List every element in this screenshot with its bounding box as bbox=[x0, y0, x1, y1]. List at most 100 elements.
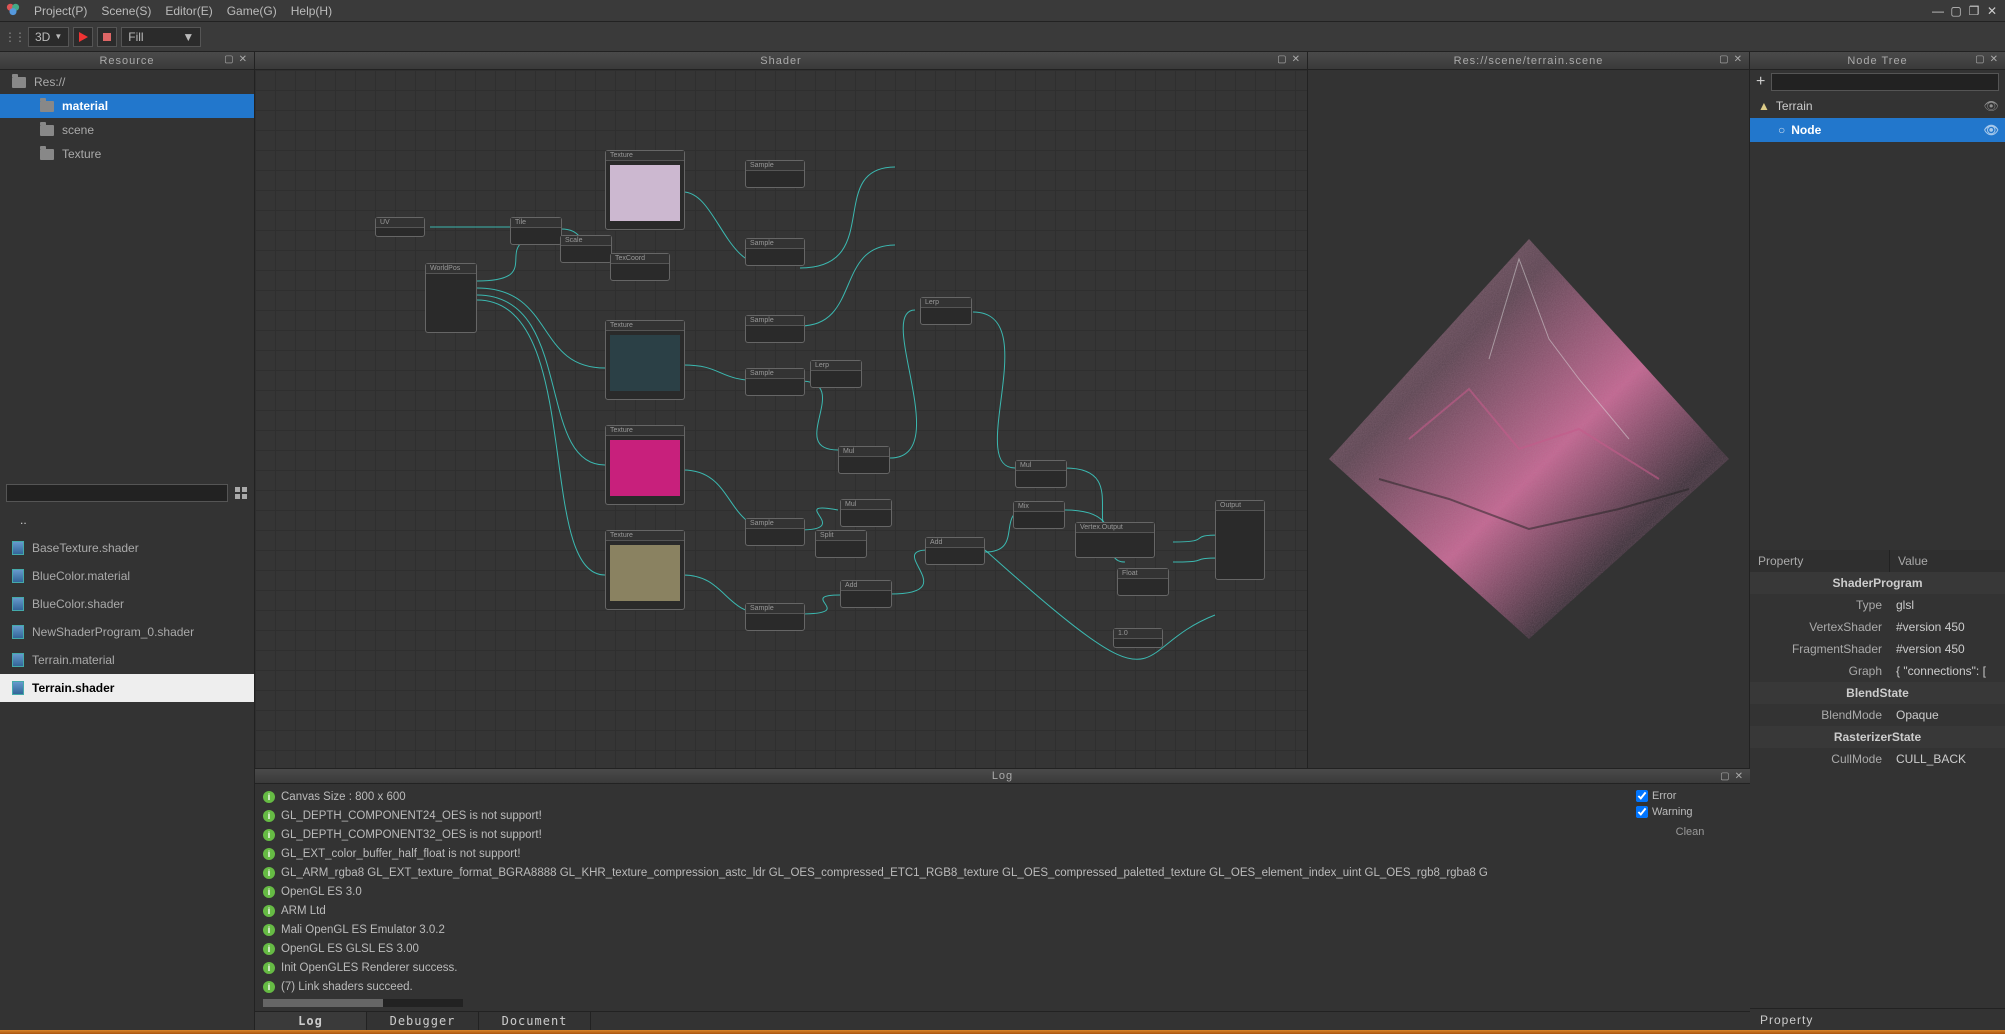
graph-node[interactable]: 1.0 bbox=[1113, 628, 1163, 648]
shader-graph-canvas[interactable]: UV WorldPos Tile Scale TexCoord Texture … bbox=[255, 70, 1307, 768]
grid-view-icon[interactable] bbox=[234, 486, 248, 500]
property-list[interactable]: ShaderProgram Typeglsl VertexShader#vers… bbox=[1750, 572, 2005, 1008]
prop-group[interactable]: ShaderProgram bbox=[1750, 572, 2005, 594]
material-file-icon bbox=[12, 653, 24, 667]
tree-node-node[interactable]: ○ Node 👁 bbox=[1750, 118, 2005, 142]
maximize-icon[interactable]: ▢ bbox=[1949, 4, 1963, 18]
prop-row[interactable]: VertexShader#version 450 bbox=[1750, 616, 2005, 638]
menu-scene[interactable]: Scene(S) bbox=[101, 4, 151, 18]
menu-help[interactable]: Help(H) bbox=[291, 4, 332, 18]
graph-node[interactable]: Mix bbox=[1013, 501, 1065, 529]
graph-node[interactable]: Float bbox=[1117, 568, 1169, 596]
log-line: iOpenGL ES 3.0 bbox=[263, 883, 1622, 902]
stop-button[interactable] bbox=[97, 27, 117, 47]
restore-icon[interactable]: ❐ bbox=[1967, 4, 1981, 18]
node-tree[interactable]: + ▲ Terrain 👁 ○ Node 👁 bbox=[1750, 70, 2005, 550]
fill-dropdown[interactable]: Fill ▼ bbox=[121, 27, 201, 47]
graph-node[interactable]: Vertex.Output bbox=[1075, 522, 1155, 558]
file-item[interactable]: BlueColor.material bbox=[0, 562, 254, 590]
error-filter-checkbox[interactable]: Error bbox=[1636, 790, 1744, 802]
play-button[interactable] bbox=[73, 27, 93, 47]
tree-item-texture[interactable]: Texture bbox=[0, 142, 254, 166]
graph-node[interactable]: UV bbox=[375, 217, 425, 237]
tree-item-material[interactable]: material bbox=[0, 94, 254, 118]
graph-node-texture[interactable]: Texture bbox=[605, 320, 685, 400]
panel-close-icon[interactable]: ✕ bbox=[1732, 54, 1745, 65]
info-icon: i bbox=[263, 886, 275, 898]
resource-tree[interactable]: Res:// material scene Texture bbox=[0, 70, 254, 480]
graph-node[interactable]: Scale bbox=[560, 235, 612, 263]
clean-button[interactable]: Clean bbox=[1636, 826, 1744, 838]
graph-node-texture[interactable]: Texture bbox=[605, 530, 685, 610]
graph-node[interactable]: Sample bbox=[745, 603, 805, 631]
graph-node[interactable]: TexCoord bbox=[610, 253, 670, 281]
undock-icon[interactable]: ▢ bbox=[1718, 771, 1732, 782]
grip-icon[interactable]: ⋮⋮ bbox=[4, 30, 24, 44]
undock-icon[interactable]: ▢ bbox=[222, 54, 236, 65]
panel-close-icon[interactable]: ✕ bbox=[1733, 771, 1746, 782]
file-list[interactable]: .. BaseTexture.shader BlueColor.material… bbox=[0, 506, 254, 1030]
scene-viewport[interactable] bbox=[1308, 70, 1749, 768]
visibility-icon[interactable]: 👁 bbox=[1984, 99, 1999, 113]
prop-group[interactable]: RasterizerState bbox=[1750, 726, 2005, 748]
material-file-icon bbox=[12, 569, 24, 583]
graph-node[interactable]: Split bbox=[815, 530, 867, 558]
graph-node[interactable]: Mul bbox=[838, 446, 890, 474]
file-item-up[interactable]: .. bbox=[0, 506, 254, 534]
tab-log[interactable]: Log bbox=[255, 1012, 367, 1030]
file-item[interactable]: NewShaderProgram_0.shader bbox=[0, 618, 254, 646]
tab-document[interactable]: Document bbox=[479, 1012, 591, 1030]
info-icon: i bbox=[263, 791, 275, 803]
graph-node-texture[interactable]: Texture bbox=[605, 150, 685, 230]
tree-item-root[interactable]: Res:// bbox=[0, 70, 254, 94]
tree-node-terrain[interactable]: ▲ Terrain 👁 bbox=[1750, 94, 2005, 118]
node-search-input[interactable] bbox=[1771, 73, 1999, 91]
file-item[interactable]: Terrain.shader bbox=[0, 674, 254, 702]
tree-item-scene[interactable]: scene bbox=[0, 118, 254, 142]
resource-search-input[interactable] bbox=[6, 484, 228, 502]
prop-row[interactable]: Typeglsl bbox=[1750, 594, 2005, 616]
graph-node[interactable]: Add bbox=[925, 537, 985, 565]
graph-node[interactable]: Lerp bbox=[920, 297, 972, 325]
horizontal-scrollbar[interactable] bbox=[263, 999, 463, 1007]
panel-close-icon[interactable]: ✕ bbox=[237, 54, 250, 65]
graph-node-texture[interactable]: Texture bbox=[605, 425, 685, 505]
graph-node[interactable]: Mul bbox=[1015, 460, 1067, 488]
graph-node[interactable]: WorldPos bbox=[425, 263, 477, 333]
graph-node[interactable]: Lerp bbox=[810, 360, 862, 388]
graph-node[interactable]: Add bbox=[840, 580, 892, 608]
prop-row[interactable]: FragmentShader#version 450 bbox=[1750, 638, 2005, 660]
panel-close-icon[interactable]: ✕ bbox=[1988, 54, 2001, 65]
graph-node[interactable]: Sample bbox=[745, 368, 805, 396]
graph-node[interactable]: Tile bbox=[510, 217, 562, 245]
visibility-icon[interactable]: 👁 bbox=[1984, 123, 1999, 137]
menu-editor[interactable]: Editor(E) bbox=[165, 4, 212, 18]
tab-debugger[interactable]: Debugger bbox=[367, 1012, 479, 1030]
prop-row[interactable]: CullModeCULL_BACK bbox=[1750, 748, 2005, 770]
graph-node-output[interactable]: Output bbox=[1215, 500, 1265, 580]
prop-row[interactable]: Graph{ "connections": [ bbox=[1750, 660, 2005, 682]
close-icon[interactable]: ✕ bbox=[1985, 4, 1999, 18]
undock-icon[interactable]: ▢ bbox=[1275, 54, 1289, 65]
add-node-icon[interactable]: + bbox=[1756, 73, 1765, 91]
view-mode-dropdown[interactable]: 3D ▼ bbox=[28, 27, 69, 47]
panel-close-icon[interactable]: ✕ bbox=[1290, 54, 1303, 65]
file-item[interactable]: BaseTexture.shader bbox=[0, 534, 254, 562]
undock-icon[interactable]: ▢ bbox=[1717, 54, 1731, 65]
graph-node[interactable]: Mul bbox=[840, 499, 892, 527]
undock-icon[interactable]: ▢ bbox=[1973, 54, 1987, 65]
prop-row[interactable]: BlendModeOpaque bbox=[1750, 704, 2005, 726]
menu-project[interactable]: Project(P) bbox=[34, 4, 87, 18]
file-item[interactable]: Terrain.material bbox=[0, 646, 254, 674]
graph-node[interactable]: Sample bbox=[745, 238, 805, 266]
prop-group[interactable]: BlendState bbox=[1750, 682, 2005, 704]
graph-node[interactable]: Sample bbox=[745, 160, 805, 188]
graph-node[interactable]: Sample bbox=[745, 315, 805, 343]
menu-game[interactable]: Game(G) bbox=[227, 4, 277, 18]
log-output[interactable]: iCanvas Size : 800 x 600 iGL_DEPTH_COMPO… bbox=[255, 784, 1630, 1011]
graph-node[interactable]: Sample bbox=[745, 518, 805, 546]
file-item[interactable]: BlueColor.shader bbox=[0, 590, 254, 618]
minimize-icon[interactable]: — bbox=[1931, 4, 1945, 18]
warning-filter-checkbox[interactable]: Warning bbox=[1636, 806, 1744, 818]
menu-bar: Project(P) Scene(S) Editor(E) Game(G) He… bbox=[0, 0, 2005, 22]
